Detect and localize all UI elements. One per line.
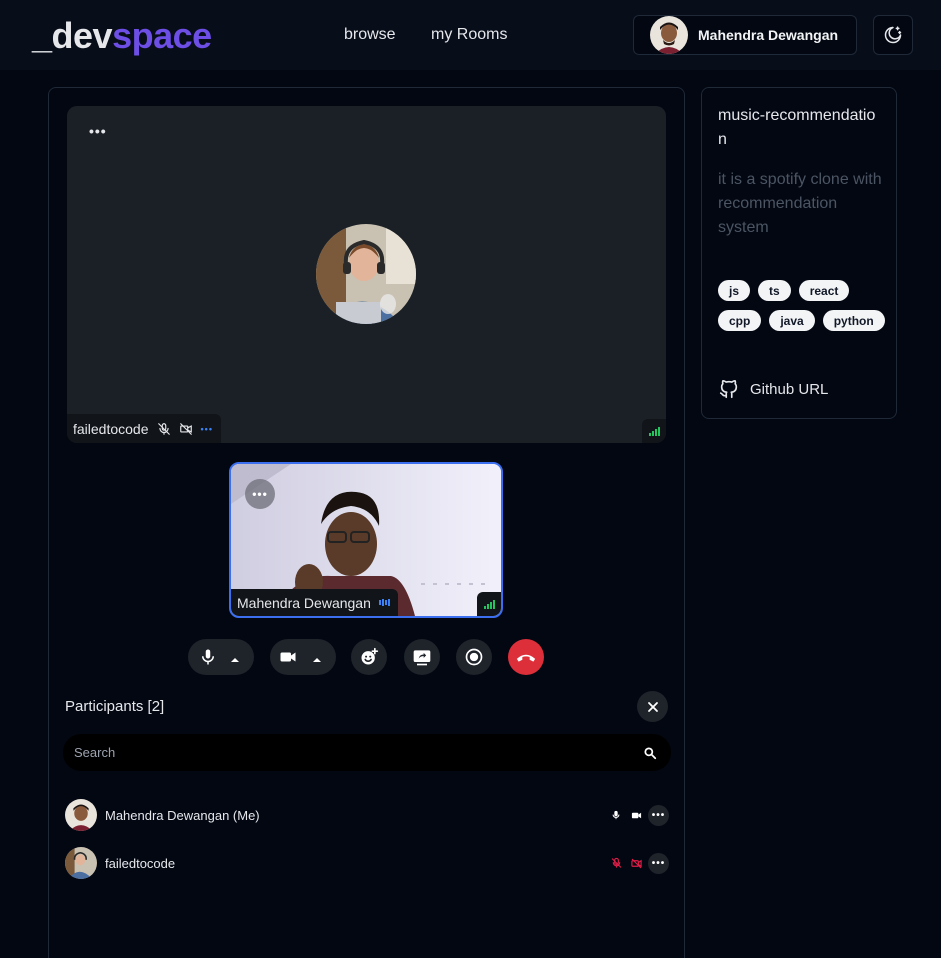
remote-name: failedtocode xyxy=(73,420,149,437)
audio-level-icon xyxy=(378,599,390,606)
app-logo[interactable]: _devspace xyxy=(32,14,212,58)
tag-badge[interactable]: cpp xyxy=(718,310,762,331)
close-icon xyxy=(647,701,658,712)
screen-share-icon xyxy=(413,650,431,666)
participant-search xyxy=(63,734,671,771)
remote-video-tile[interactable]: ••• failedtocode ••• xyxy=(67,106,666,443)
speaking-dots-icon: ••• xyxy=(200,423,213,434)
moon-stars-icon xyxy=(884,26,902,44)
participant-more-icon[interactable]: ••• xyxy=(648,852,669,874)
camera-options-caret-icon[interactable] xyxy=(312,652,322,670)
mic-options-caret-icon[interactable] xyxy=(230,652,240,670)
camera-off-icon xyxy=(179,422,192,435)
participant-row: failedtocode ••• xyxy=(65,847,669,879)
signal-strength-icon xyxy=(642,419,666,443)
tag-badge[interactable]: java xyxy=(769,310,815,331)
participant-name: failedtocode xyxy=(105,855,176,871)
participant-avatar xyxy=(65,847,97,879)
user-name: Mahendra Dewangan xyxy=(698,27,839,43)
reactions-button[interactable] xyxy=(351,639,387,675)
record-button[interactable] xyxy=(456,639,492,675)
mic-icon[interactable] xyxy=(199,648,217,671)
tag-badge[interactable]: react xyxy=(798,280,850,301)
tag-badge[interactable]: ts xyxy=(758,280,791,301)
record-icon xyxy=(465,648,483,666)
user-avatar xyxy=(650,16,688,54)
nav-my-rooms[interactable]: my Rooms xyxy=(431,25,507,45)
more-dots-icon[interactable]: ••• xyxy=(89,124,107,138)
phone-hangup-icon xyxy=(516,654,536,662)
self-signal-strength-icon xyxy=(477,592,501,616)
mic-icon xyxy=(606,809,626,821)
logo-accent: space xyxy=(112,15,212,56)
camera-control[interactable] xyxy=(270,639,336,675)
self-name: Mahendra Dewangan xyxy=(237,594,371,611)
participant-more-icon[interactable]: ••• xyxy=(648,804,669,826)
remote-avatar xyxy=(316,224,416,324)
camera-off-icon xyxy=(626,858,646,869)
tag-badge[interactable]: python xyxy=(822,310,885,331)
self-name-tag: Mahendra Dewangan xyxy=(231,589,398,616)
emoji-add-icon xyxy=(361,647,379,665)
user-menu-button[interactable]: Mahendra Dewangan xyxy=(633,15,857,55)
top-header: _devspace browse my Rooms Mahendra Dewan… xyxy=(0,0,941,70)
logo-prefix: _dev xyxy=(32,15,113,56)
room-tags: js ts react cpp java python xyxy=(718,280,888,331)
participants-title: Participants [2] xyxy=(65,698,165,715)
close-participants-button[interactable] xyxy=(637,691,668,722)
nav-browse[interactable]: browse xyxy=(344,25,396,45)
mic-control[interactable] xyxy=(188,639,254,675)
mic-off-icon xyxy=(606,857,626,869)
self-video-tile[interactable]: ••• Mahendra Dewangan xyxy=(229,462,503,618)
remote-name-tag: failedtocode ••• xyxy=(67,414,221,443)
participant-name: Mahendra Dewangan (Me) xyxy=(105,807,260,823)
participant-row: Mahendra Dewangan (Me) ••• xyxy=(65,799,669,831)
participant-avatar xyxy=(65,799,97,831)
self-more-dots-icon[interactable]: ••• xyxy=(245,479,275,509)
theme-toggle-button[interactable] xyxy=(873,15,913,55)
github-link[interactable]: Github URL xyxy=(718,378,828,400)
video-camera-icon[interactable] xyxy=(279,648,297,671)
room-title-text: music-recommendation xyxy=(718,107,876,148)
github-icon xyxy=(719,379,738,399)
search-icon[interactable] xyxy=(643,746,657,760)
video-camera-icon xyxy=(626,810,646,821)
room-title: music-recommendation xyxy=(718,104,883,152)
mic-off-icon xyxy=(157,422,170,435)
github-label: Github URL xyxy=(750,380,829,398)
leave-call-button[interactable] xyxy=(508,639,544,675)
room-description: it is a spotify clone with recommendatio… xyxy=(718,171,882,236)
screen-share-button[interactable] xyxy=(404,639,440,675)
search-input[interactable] xyxy=(74,745,643,760)
tag-badge[interactable]: js xyxy=(718,280,751,301)
